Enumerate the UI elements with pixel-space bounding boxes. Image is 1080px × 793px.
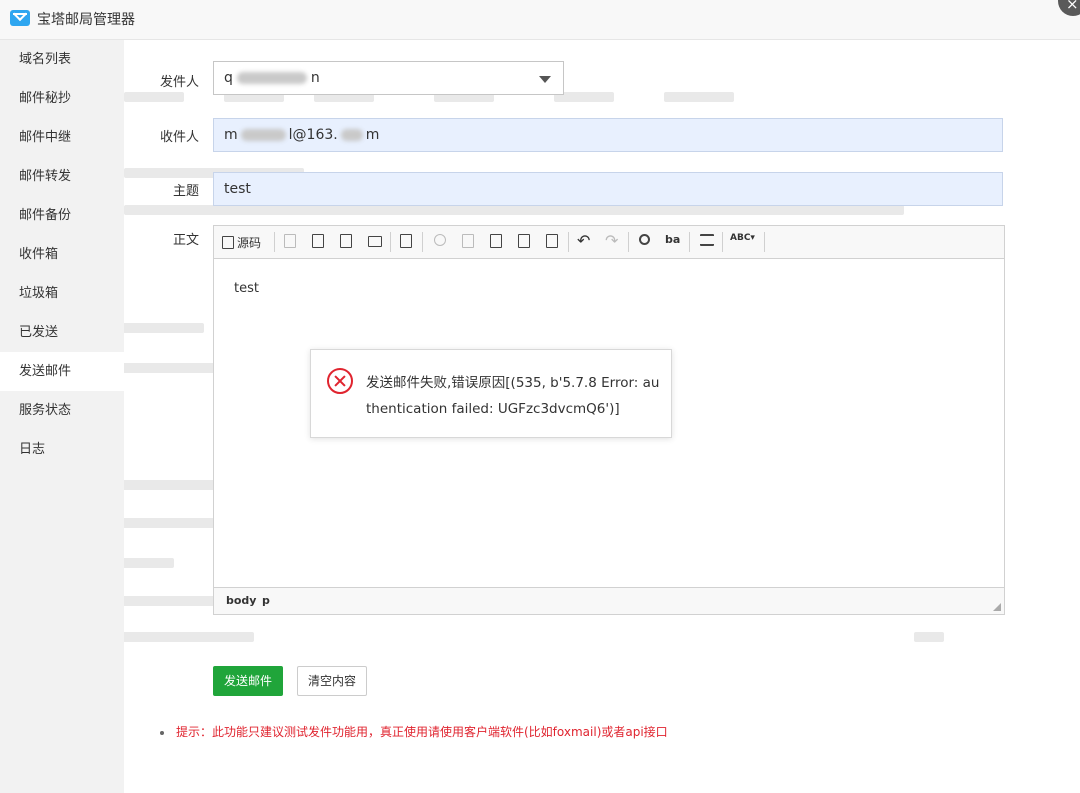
recipient-value: m l@163. m [224,127,380,143]
source-button[interactable]: 源码 [222,234,266,250]
sidebar-item-relay[interactable]: 邮件中继 [0,118,124,157]
find-icon[interactable] [637,233,653,249]
editor-content[interactable]: test [234,281,259,296]
templates-icon[interactable] [398,233,414,249]
bullet-icon [160,730,164,735]
sidebar-item-sent[interactable]: 已发送 [0,313,124,352]
paste-word-icon[interactable] [544,233,560,249]
error-icon [327,368,353,394]
sidebar-item-send-mail[interactable]: 发送邮件 [0,352,124,391]
sidebar-item-service-status[interactable]: 服务状态 [0,391,124,430]
cut-icon[interactable] [432,233,448,249]
subject-value: test [224,181,251,197]
path-body[interactable]: body [226,594,256,607]
sidebar-item-bcc[interactable]: 邮件秘抄 [0,79,124,118]
resize-handle-icon[interactable] [993,603,1001,611]
subject-label: 主题 [172,184,199,199]
paste-text-icon[interactable] [516,233,532,249]
send-mail-button[interactable]: 发送邮件 [213,666,283,696]
sidebar-item-inbox[interactable]: 收件箱 [0,235,124,274]
select-all-icon[interactable] [698,233,714,249]
mail-icon [10,10,30,26]
error-message-popup: 发送邮件失败,错误原因[(535, b'5.7.8 Error: authent… [310,349,672,438]
sender-select[interactable]: qn [213,61,564,95]
copy-icon[interactable] [460,233,476,249]
body-label: 正文 [172,233,199,248]
preview-icon[interactable] [338,233,354,249]
chevron-down-icon [539,76,551,83]
save-icon[interactable] [282,233,298,249]
title-bar: 宝塔邮局管理器 [0,0,1080,40]
sidebar-item-backup[interactable]: 邮件备份 [0,196,124,235]
new-page-icon[interactable] [310,233,326,249]
clear-content-button[interactable]: 清空内容 [297,666,367,696]
path-p[interactable]: p [262,594,270,607]
spellcheck-icon[interactable]: ABC▾ [730,233,758,249]
sender-label: 发件人 [159,75,199,90]
sender-value: qn [224,70,320,86]
recipient-input[interactable]: m l@163. m [213,118,1003,152]
editor-toolbar: 源码 ↶ ↷ ba ABC▾ [214,226,1004,259]
recipient-label: 收件人 [159,130,199,145]
redo-icon[interactable]: ↷ [605,233,621,249]
window-title: 宝塔邮局管理器 [37,12,135,28]
print-icon[interactable] [366,233,382,249]
editor-statusbar: body p [214,587,1004,614]
paste-icon[interactable] [488,233,504,249]
sidebar-item-log[interactable]: 日志 [0,430,124,469]
undo-icon[interactable]: ↶ [577,233,593,249]
hint-text: 提示：此功能只建议测试发件功能用，真正使用请使用客户端软件(比如foxmail)… [160,723,668,740]
error-message-text: 发送邮件失败,错误原因[(535, b'5.7.8 Error: authent… [366,375,660,417]
replace-icon[interactable]: ba [665,233,681,249]
subject-input[interactable]: test [213,172,1003,206]
sidebar: 域名列表 邮件秘抄 邮件中继 邮件转发 邮件备份 收件箱 垃圾箱 已发送 发送邮… [0,40,124,793]
sidebar-item-domain-list[interactable]: 域名列表 [0,40,124,79]
sidebar-item-junk[interactable]: 垃圾箱 [0,274,124,313]
sidebar-item-forward[interactable]: 邮件转发 [0,157,124,196]
